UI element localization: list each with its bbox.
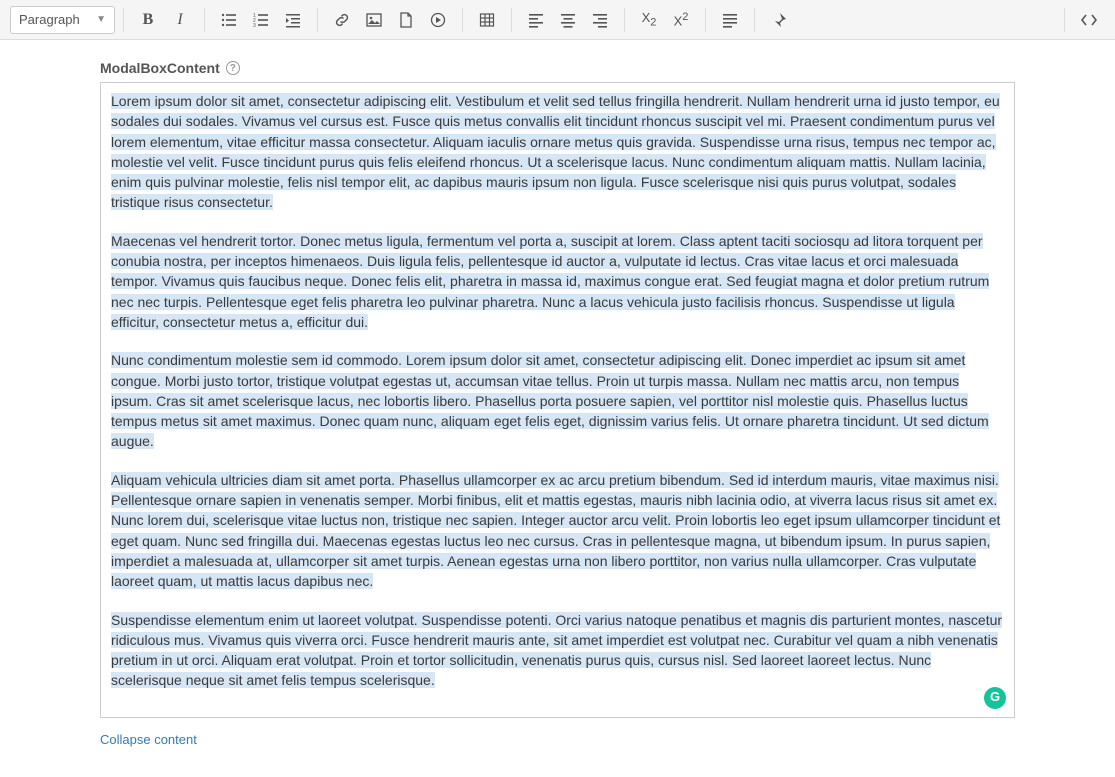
media-button[interactable] — [422, 4, 454, 36]
toolbar-separator — [317, 8, 318, 32]
toolbar-separator — [123, 8, 124, 32]
toolbar-separator — [705, 8, 706, 32]
bold-button[interactable]: B — [132, 4, 164, 36]
align-right-button[interactable] — [584, 4, 616, 36]
help-icon[interactable]: ? — [226, 61, 240, 75]
toolbar-separator — [624, 8, 625, 32]
content-area: ModalBoxContent ? Lorem ipsum dolor sit … — [0, 40, 1115, 777]
svg-text:3: 3 — [253, 23, 256, 28]
italic-button[interactable]: I — [164, 4, 196, 36]
numbered-list-button[interactable]: 123 — [245, 4, 277, 36]
superscript-button[interactable]: X2 — [665, 4, 697, 36]
align-left-button[interactable] — [520, 4, 552, 36]
grammarly-icon[interactable]: G — [984, 687, 1006, 709]
editor-paragraph[interactable]: Maecenas vel hendrerit tortor. Donec met… — [111, 233, 989, 330]
field-label-row: ModalBoxContent ? — [100, 60, 1015, 76]
file-button[interactable] — [390, 4, 422, 36]
editor-paragraph[interactable]: Aliquam vehicula ultricies diam sit amet… — [111, 472, 1000, 589]
collapse-content-link[interactable]: Collapse content — [100, 732, 197, 747]
field-label: ModalBoxContent — [100, 60, 220, 76]
toolbar-separator — [204, 8, 205, 32]
rich-text-editor[interactable]: Lorem ipsum dolor sit amet, consectetur … — [100, 82, 1015, 718]
format-select[interactable]: Paragraph ▼ — [10, 6, 115, 34]
table-button[interactable] — [471, 4, 503, 36]
image-button[interactable] — [358, 4, 390, 36]
align-justify-button[interactable] — [714, 4, 746, 36]
caret-down-icon: ▼ — [96, 14, 106, 25]
toolbar-separator — [462, 8, 463, 32]
format-select-label: Paragraph — [19, 12, 80, 27]
source-code-button[interactable] — [1073, 4, 1105, 36]
toolbar-separator — [1064, 8, 1065, 32]
indent-button[interactable] — [277, 4, 309, 36]
align-center-button[interactable] — [552, 4, 584, 36]
link-button[interactable] — [326, 4, 358, 36]
pin-button[interactable] — [763, 4, 795, 36]
editor-paragraph[interactable]: Suspendisse elementum enim ut laoreet vo… — [111, 612, 1002, 689]
editor-paragraph[interactable]: Nunc condimentum molestie sem id commodo… — [111, 352, 989, 449]
editor-paragraph[interactable]: Lorem ipsum dolor sit amet, consectetur … — [111, 93, 1000, 210]
bullet-list-button[interactable] — [213, 4, 245, 36]
subscript-button[interactable]: X2 — [633, 4, 665, 36]
editor-toolbar: Paragraph ▼ B I 123 — [0, 0, 1115, 40]
toolbar-separator — [511, 8, 512, 32]
toolbar-separator — [754, 8, 755, 32]
